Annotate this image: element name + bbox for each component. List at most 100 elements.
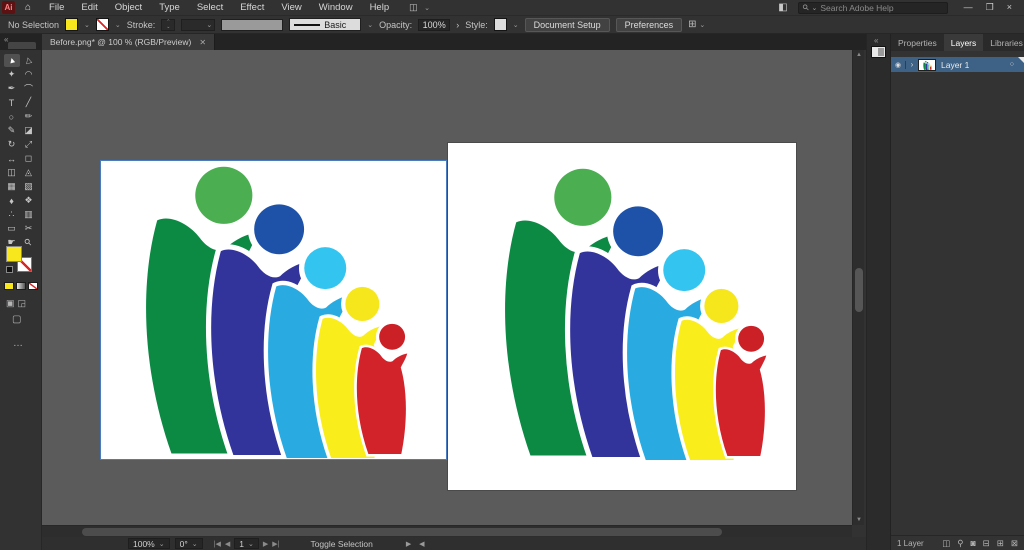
menu-effect[interactable]: Effect [240, 2, 264, 13]
direct-selection-tool[interactable]: ▷ [21, 54, 37, 67]
tools-panel-grip[interactable] [8, 42, 36, 49]
vertical-scrollbar[interactable]: ▲ ▼ [852, 50, 864, 525]
blend-tool[interactable]: ❖ [21, 194, 37, 207]
delete-layer-icon[interactable]: ⊠ [1011, 538, 1018, 549]
brush-definition-dropdown[interactable]: Basic [289, 18, 362, 31]
previous-artboard-icon[interactable]: ◀ [225, 540, 230, 548]
new-layer-icon[interactable]: ⊞ [997, 538, 1004, 549]
artboard[interactable] [448, 143, 796, 490]
menu-select[interactable]: Select [197, 2, 223, 13]
new-sublayer-icon[interactable]: ⊟ [983, 538, 990, 549]
document-tab[interactable]: Before.png* @ 100 % (RGB/Preview) ✕ [42, 34, 216, 50]
default-fill-stroke-icon[interactable] [6, 266, 13, 273]
opacity-label[interactable]: Opacity: [379, 20, 412, 30]
menu-help[interactable]: Help [370, 2, 390, 13]
last-artboard-icon[interactable]: ▶| [272, 540, 279, 548]
clipping-mask-icon[interactable]: ◙ [970, 538, 975, 549]
before-image-artwork[interactable] [100, 160, 447, 460]
close-tab-icon[interactable]: ✕ [199, 38, 206, 47]
lasso-tool[interactable]: ◠ [21, 68, 37, 81]
chevron-down-icon[interactable]: ⌄ [367, 21, 373, 29]
color-button[interactable] [4, 282, 14, 290]
screen-mode-icon[interactable]: ▢ [12, 314, 21, 325]
symbol-sprayer-tool[interactable]: ∴ [4, 208, 20, 221]
minimize-button[interactable]: — [964, 2, 973, 13]
stroke-weight-stepper[interactable]: ⌃ ⌄ [161, 18, 176, 31]
curvature-tool[interactable]: ⌒ [21, 82, 37, 95]
app-logo[interactable]: Ai [2, 1, 15, 14]
collapsed-panel-icon[interactable] [871, 46, 886, 58]
free-transform-tool[interactable]: ◻ [21, 152, 37, 165]
pencil-tool[interactable]: ✎ [4, 124, 20, 137]
pen-tool[interactable]: ✒ [4, 82, 20, 95]
next-artboard-icon[interactable]: ▶ [263, 540, 268, 548]
expand-layer-icon[interactable]: › [906, 60, 918, 69]
zoom-level-dropdown[interactable]: 100% ⌄ [128, 538, 170, 549]
artboard-number-dropdown[interactable]: 1 ⌄ [234, 538, 259, 549]
horizontal-scrollbar[interactable] [42, 525, 852, 537]
gradient-tool[interactable]: ▧ [21, 180, 37, 193]
menu-object[interactable]: Object [115, 2, 142, 13]
width-tool[interactable]: ↔ [4, 152, 20, 165]
align-options-icon[interactable]: ⊞ ⌄ [688, 19, 705, 30]
perspective-grid-tool[interactable]: ◬ [21, 166, 37, 179]
gradient-button[interactable] [16, 282, 26, 290]
chevron-down-icon[interactable]: ⌄ [115, 21, 121, 29]
layer-row[interactable]: ◉ › Layer 1 ○ [891, 57, 1024, 72]
first-artboard-icon[interactable]: |◀ [214, 540, 221, 548]
menu-file[interactable]: File [49, 2, 64, 13]
magic-wand-tool[interactable]: ✦ [4, 68, 20, 81]
tab-properties[interactable]: Properties [891, 34, 944, 51]
eyedropper-tool[interactable]: ♦ [4, 194, 20, 207]
scroll-down-icon[interactable]: ▼ [855, 517, 863, 523]
layer-target-icon[interactable]: ○ [1010, 61, 1014, 68]
fill-color-swatch[interactable] [65, 18, 79, 31]
slice-tool[interactable]: ✂ [21, 222, 37, 235]
close-button[interactable]: × [1007, 2, 1012, 13]
canvas[interactable] [42, 50, 852, 525]
column-graph-tool[interactable]: ▥ [21, 208, 37, 221]
collect-for-export-icon[interactable]: ◫ [942, 538, 950, 549]
horizontal-scroll-thumb[interactable] [82, 528, 722, 536]
ellipse-tool[interactable]: ○ [4, 110, 20, 123]
layer-thumbnail[interactable] [918, 58, 936, 71]
paintbrush-tool[interactable]: ✏ [21, 110, 37, 123]
search-input[interactable]: ⚲ ⌄ Search Adobe Help [797, 1, 948, 14]
menu-window[interactable]: Window [319, 2, 353, 13]
edit-toolbar-icon[interactable]: … [13, 338, 24, 349]
eraser-tool[interactable]: ◪ [21, 124, 37, 137]
chevron-down-icon[interactable]: ⌄ [513, 21, 519, 29]
locate-object-icon[interactable]: ⚲ [957, 538, 963, 549]
tab-libraries[interactable]: Libraries [983, 34, 1024, 51]
stroke-color-swatch[interactable] [95, 18, 109, 31]
tab-layers[interactable]: Layers [943, 34, 984, 51]
opacity-value[interactable]: 100% [418, 18, 451, 31]
style-swatch[interactable] [493, 18, 507, 31]
none-button[interactable] [28, 282, 38, 290]
preferences-button[interactable]: Preferences [615, 17, 683, 32]
stroke-weight-dropdown[interactable]: ⌄ [181, 18, 216, 31]
shape-builder-tool[interactable]: ◫ [4, 166, 20, 179]
opacity-more-arrow[interactable]: › [456, 20, 459, 30]
selection-tool[interactable]: ► [3, 54, 20, 67]
mesh-tool[interactable]: ▦ [4, 180, 20, 193]
draw-behind-icon[interactable]: ◲ [18, 298, 27, 309]
status-bar-icons[interactable]: ▶ ◀ [406, 540, 428, 548]
document-setup-button[interactable]: Document Setup [524, 17, 610, 32]
restore-button[interactable]: ❐ [986, 2, 994, 13]
chevron-down-icon[interactable]: ⌄ [84, 21, 90, 29]
rotation-dropdown[interactable]: 0° ⌄ [174, 538, 203, 549]
menu-edit[interactable]: Edit [81, 2, 97, 13]
visibility-eye-icon[interactable]: ◉ [891, 60, 906, 69]
home-icon[interactable]: ⌂ [25, 2, 31, 13]
draw-normal-icon[interactable]: ▣ [6, 298, 15, 309]
arrange-documents-icon[interactable]: ◧ [778, 2, 787, 13]
rotate-tool[interactable]: ↻ [4, 138, 20, 151]
line-segment-tool[interactable]: ╱ [21, 96, 37, 109]
vertical-scroll-thumb[interactable] [855, 268, 863, 312]
layer-name[interactable]: Layer 1 [941, 60, 969, 70]
type-tool[interactable]: T [4, 96, 20, 109]
workspace-switcher-icon[interactable]: ◫ ⌄ [409, 2, 432, 13]
width-profile-dropdown[interactable] [221, 18, 284, 31]
fill-indicator[interactable] [6, 246, 22, 262]
